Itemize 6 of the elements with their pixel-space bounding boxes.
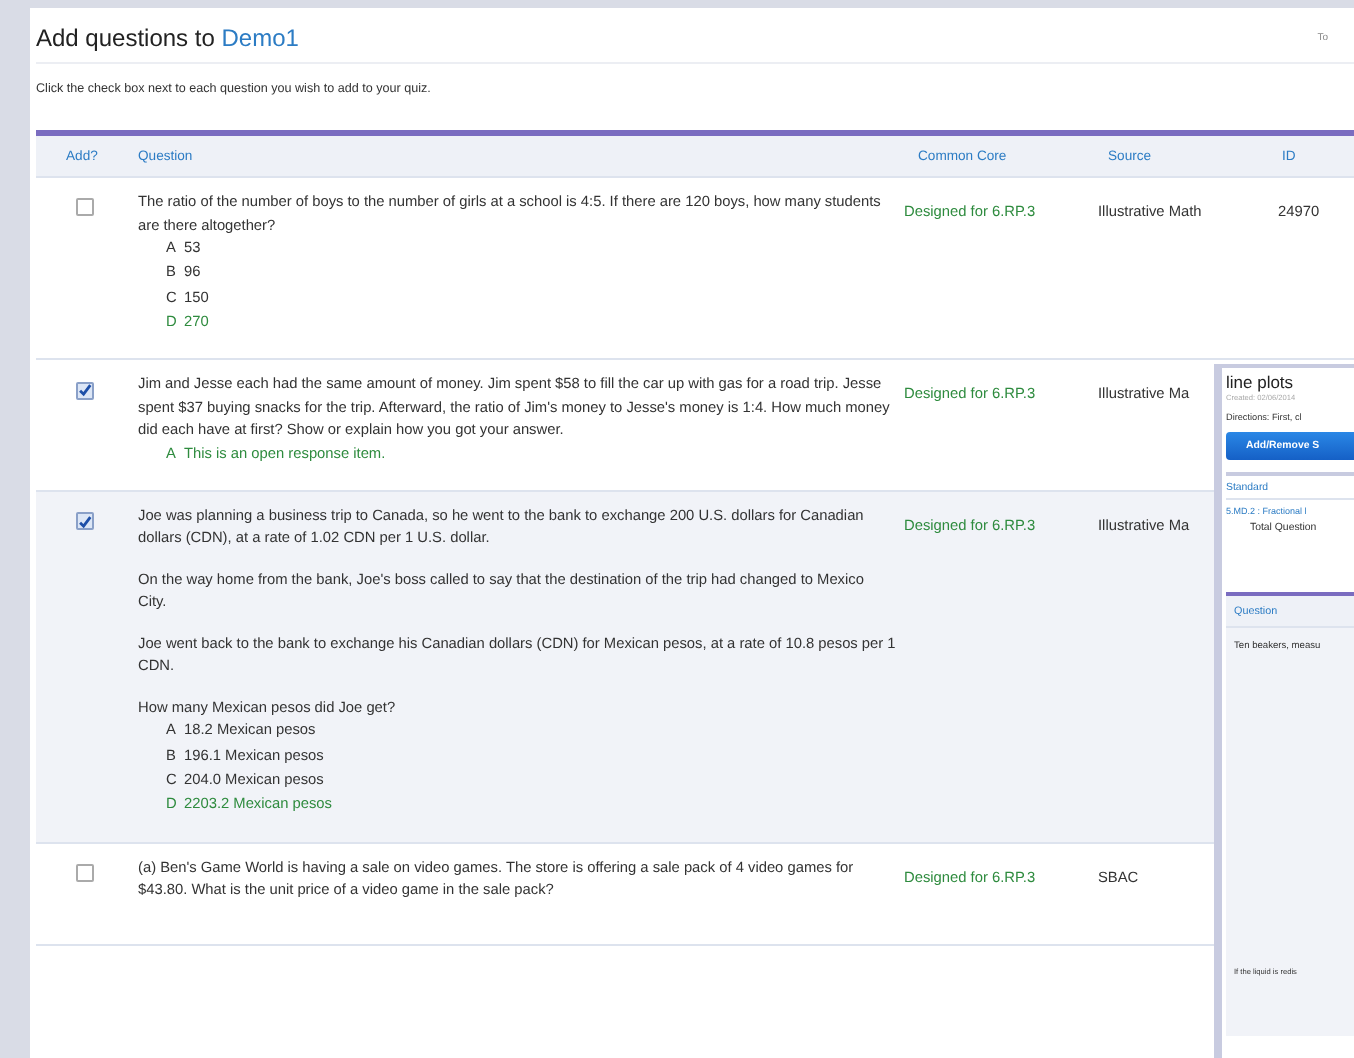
checkbox[interactable] [76,198,94,216]
checkbox[interactable] [76,863,94,882]
panel-title: line plots [1226,372,1296,392]
checkbox[interactable] [76,512,94,531]
checkbox[interactable] [76,381,94,400]
page-title: Add questions to Demo1 [36,24,299,52]
